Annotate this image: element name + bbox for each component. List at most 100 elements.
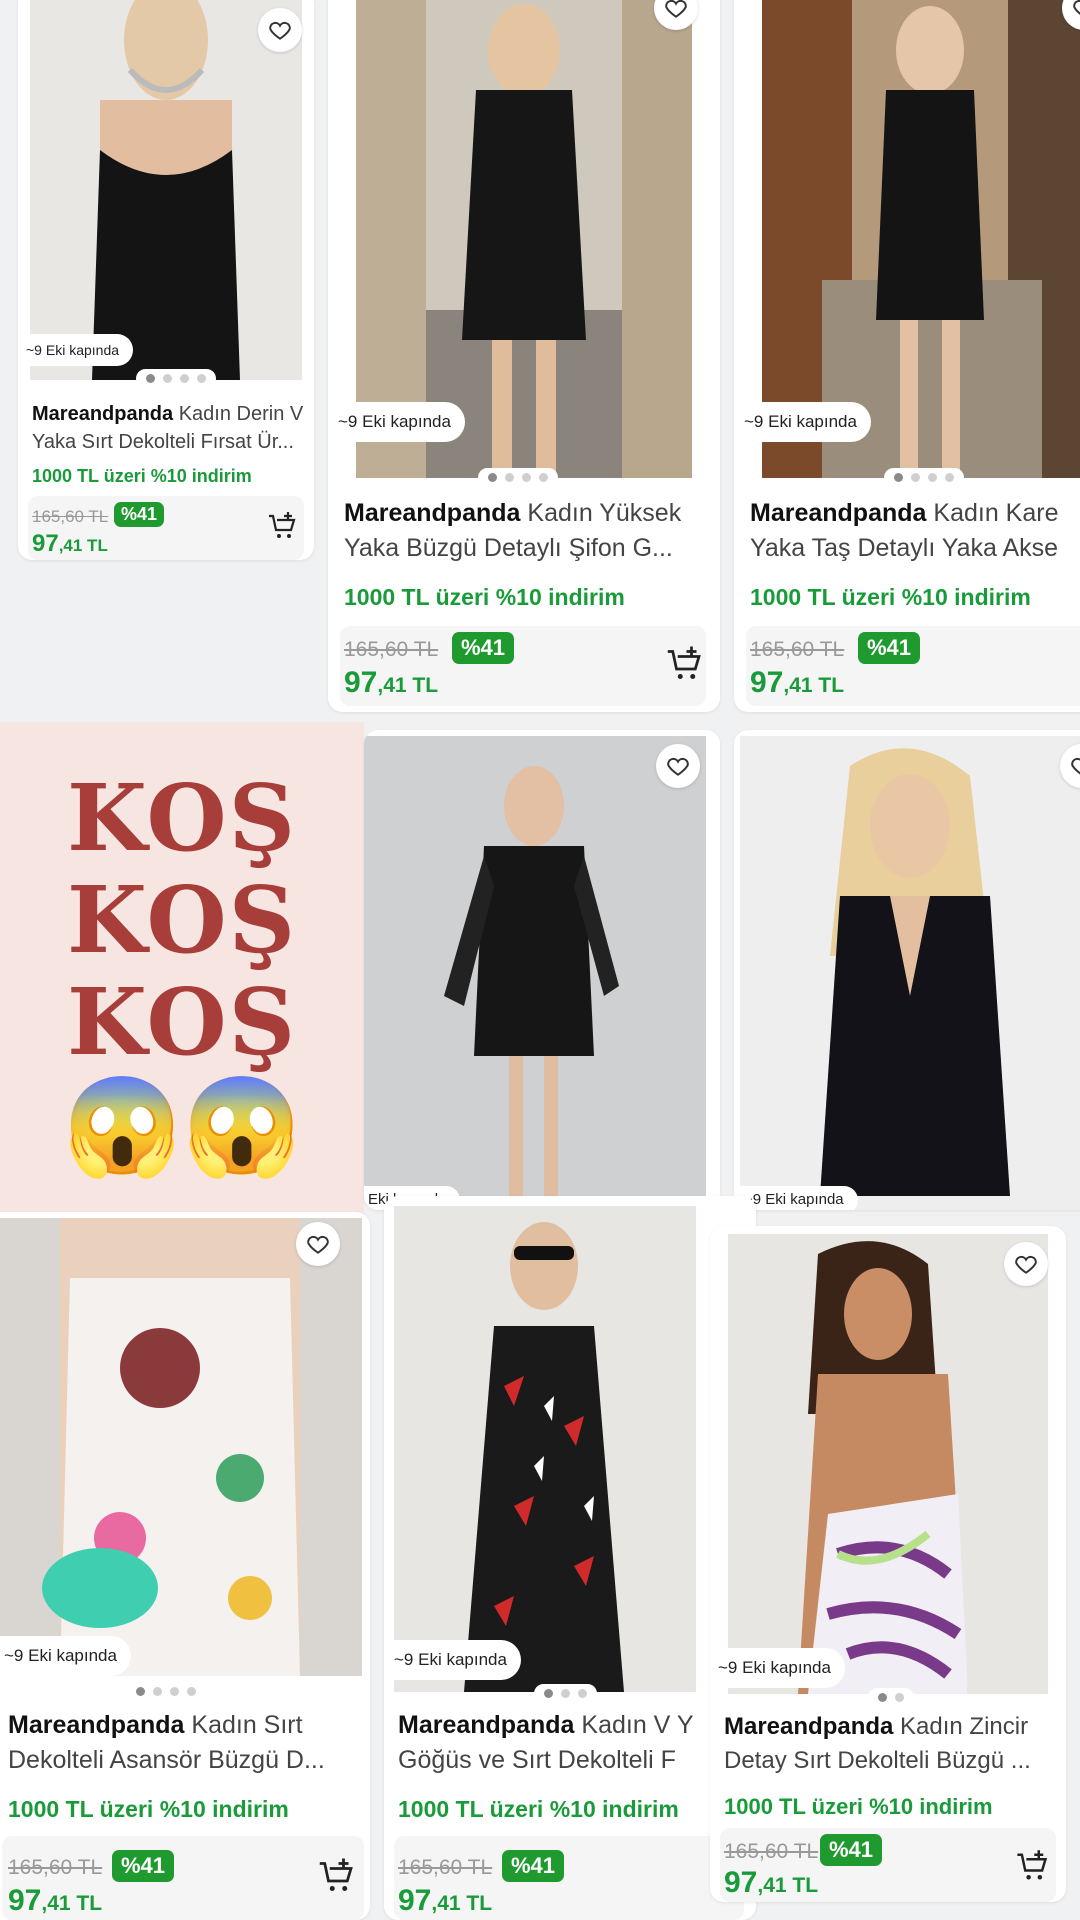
add-to-cart-button[interactable] <box>266 510 298 542</box>
delivery-badge: ~9 Eki kapında <box>740 1186 858 1210</box>
product-card[interactable]: Eki kapında <box>364 730 720 1210</box>
carousel-dot <box>153 1687 162 1696</box>
promo-text: 1000 TL üzeri %10 indirim <box>750 584 1031 610</box>
add-to-cart-icon <box>269 512 296 538</box>
heart-icon <box>667 757 689 776</box>
current-price: 97,41 TL <box>8 1884 103 1917</box>
image-carousel-dots <box>478 468 558 487</box>
product-image[interactable] <box>728 1234 1048 1694</box>
delivery-badge: ~9 Eki kapında <box>714 1648 845 1688</box>
favorite-button[interactable] <box>296 1222 340 1266</box>
heart-icon <box>665 0 687 18</box>
product-card[interactable]: ~9 Eki kapında Mareandpanda Kadın Kare Y… <box>734 0 1080 712</box>
carousel-dot <box>163 374 172 383</box>
product-image[interactable] <box>740 736 1080 1210</box>
carousel-dot <box>895 1693 904 1702</box>
favorite-button[interactable] <box>656 744 700 788</box>
carousel-dot <box>488 473 497 482</box>
image-carousel-dots <box>126 1682 206 1701</box>
product-title[interactable]: Mareandpanda Kadın Yüksek Yaka Büzgü Det… <box>344 496 716 566</box>
heart-icon <box>1073 0 1080 15</box>
product-image[interactable] <box>0 1218 362 1676</box>
carousel-dot <box>894 473 903 482</box>
product-title[interactable]: Mareandpanda Kadın V Y Göğüs ve Sırt Dek… <box>398 1708 698 1778</box>
brand-name: Mareandpanda <box>750 499 927 527</box>
promo-text: 1000 TL üzeri %10 indirim <box>724 1794 993 1819</box>
heart-icon <box>1015 1255 1037 1274</box>
carousel-dot <box>544 1689 553 1698</box>
product-image[interactable] <box>394 1206 696 1692</box>
brand-name: Mareandpanda <box>8 1711 185 1739</box>
product-image[interactable] <box>30 0 302 380</box>
heart-icon <box>1071 757 1080 775</box>
favorite-button[interactable] <box>1004 1242 1048 1286</box>
product-title[interactable]: Mareandpanda Kadın Derin V Yaka Sırt Dek… <box>32 400 312 456</box>
banner-line: KOŞ <box>66 866 298 974</box>
discount-badge: %41 <box>820 1834 883 1866</box>
current-price: 97,41 TL <box>398 1884 493 1917</box>
carousel-dot <box>911 473 920 482</box>
old-price: 165,60 TL <box>344 638 439 661</box>
carousel-dot <box>170 1687 179 1696</box>
banner-emoji: 😱😱 <box>62 1073 302 1180</box>
product-card[interactable]: ~9 Eki kapında Mareandpanda Kadın V Y Gö… <box>384 1196 756 1920</box>
carousel-dot <box>561 1689 570 1698</box>
carousel-dot <box>578 1689 587 1698</box>
product-card[interactable]: ~9 Eki kapında <box>734 730 1080 1210</box>
add-to-cart-icon <box>319 1858 353 1891</box>
delivery-badge: ~9 Eki kapında <box>0 1636 131 1676</box>
old-price: 165,60 TL <box>750 638 845 661</box>
discount-badge: %41 <box>114 502 165 527</box>
carousel-dot <box>928 473 937 482</box>
image-carousel-dots <box>534 1684 597 1703</box>
discount-badge: %41 <box>452 632 515 664</box>
product-title[interactable]: Mareandpanda Kadın Sırt Dekolteli Asansö… <box>8 1708 360 1778</box>
discount-badge: %41 <box>502 1850 565 1882</box>
heart-icon <box>269 21 291 40</box>
current-price: 97,41 TL <box>344 666 439 699</box>
product-image[interactable] <box>364 736 706 1210</box>
product-title[interactable]: Mareandpanda Kadın Kare Yaka Taş Detaylı… <box>750 496 1080 566</box>
carousel-dot <box>945 473 954 482</box>
current-price: 97,41 TL <box>750 666 845 699</box>
product-card[interactable]: ~9 Eki kapında Mareandpanda Kadın Sırt D… <box>0 1212 370 1920</box>
product-card[interactable]: ~9 Eki kapında Mareandpanda Kadın Yüksek… <box>328 0 720 712</box>
add-to-cart-icon <box>1017 1850 1048 1880</box>
favorite-button[interactable] <box>258 8 302 52</box>
carousel-dot <box>146 374 155 383</box>
discount-badge: %41 <box>112 1850 175 1882</box>
add-to-cart-button[interactable] <box>1014 1848 1050 1884</box>
banner-line: KOŞ <box>66 764 298 872</box>
promo-text: 1000 TL üzeri %10 indirim <box>344 584 625 610</box>
discount-badge: %41 <box>858 632 921 664</box>
promo-banner[interactable]: KOŞ KOŞ KOŞ 😱😱 <box>0 722 364 1218</box>
add-to-cart-button[interactable] <box>664 644 704 684</box>
carousel-dot <box>187 1687 196 1696</box>
carousel-dot <box>539 473 548 482</box>
image-carousel-dots <box>884 468 964 487</box>
brand-name: Mareandpanda <box>32 403 174 425</box>
heart-icon <box>307 1235 329 1254</box>
brand-name: Mareandpanda <box>724 1713 894 1740</box>
carousel-dot <box>180 374 189 383</box>
add-to-cart-button[interactable] <box>316 1856 356 1896</box>
carousel-dot <box>505 473 514 482</box>
old-price: 165,60 TL <box>724 1840 819 1863</box>
promo-text: 1000 TL üzeri %10 indirim <box>32 466 252 486</box>
brand-name: Mareandpanda <box>398 1711 575 1739</box>
current-price: 97,41 TL <box>32 530 108 557</box>
image-carousel-dots <box>868 1688 914 1707</box>
product-card[interactable]: ~9 Eki kapında Mareandpanda Kadın Zincir… <box>710 1226 1066 1902</box>
current-price: 97,41 TL <box>724 1866 819 1899</box>
image-carousel-dots <box>136 369 216 388</box>
delivery-badge: ~9 Eki kapında <box>334 402 465 442</box>
carousel-dot <box>522 473 531 482</box>
product-card[interactable]: ~9 Eki kapında Mareandpanda Kadın Derin … <box>18 0 314 560</box>
old-price: 165,60 TL <box>32 507 109 526</box>
add-to-cart-icon <box>667 646 701 679</box>
product-title[interactable]: Mareandpanda Kadın Zincir Detay Sırt Dek… <box>724 1710 1054 1778</box>
brand-name: Mareandpanda <box>344 499 521 527</box>
old-price: 165,60 TL <box>398 1856 493 1879</box>
delivery-badge: ~9 Eki kapında <box>740 402 871 442</box>
promo-text: 1000 TL üzeri %10 indirim <box>398 1796 679 1822</box>
